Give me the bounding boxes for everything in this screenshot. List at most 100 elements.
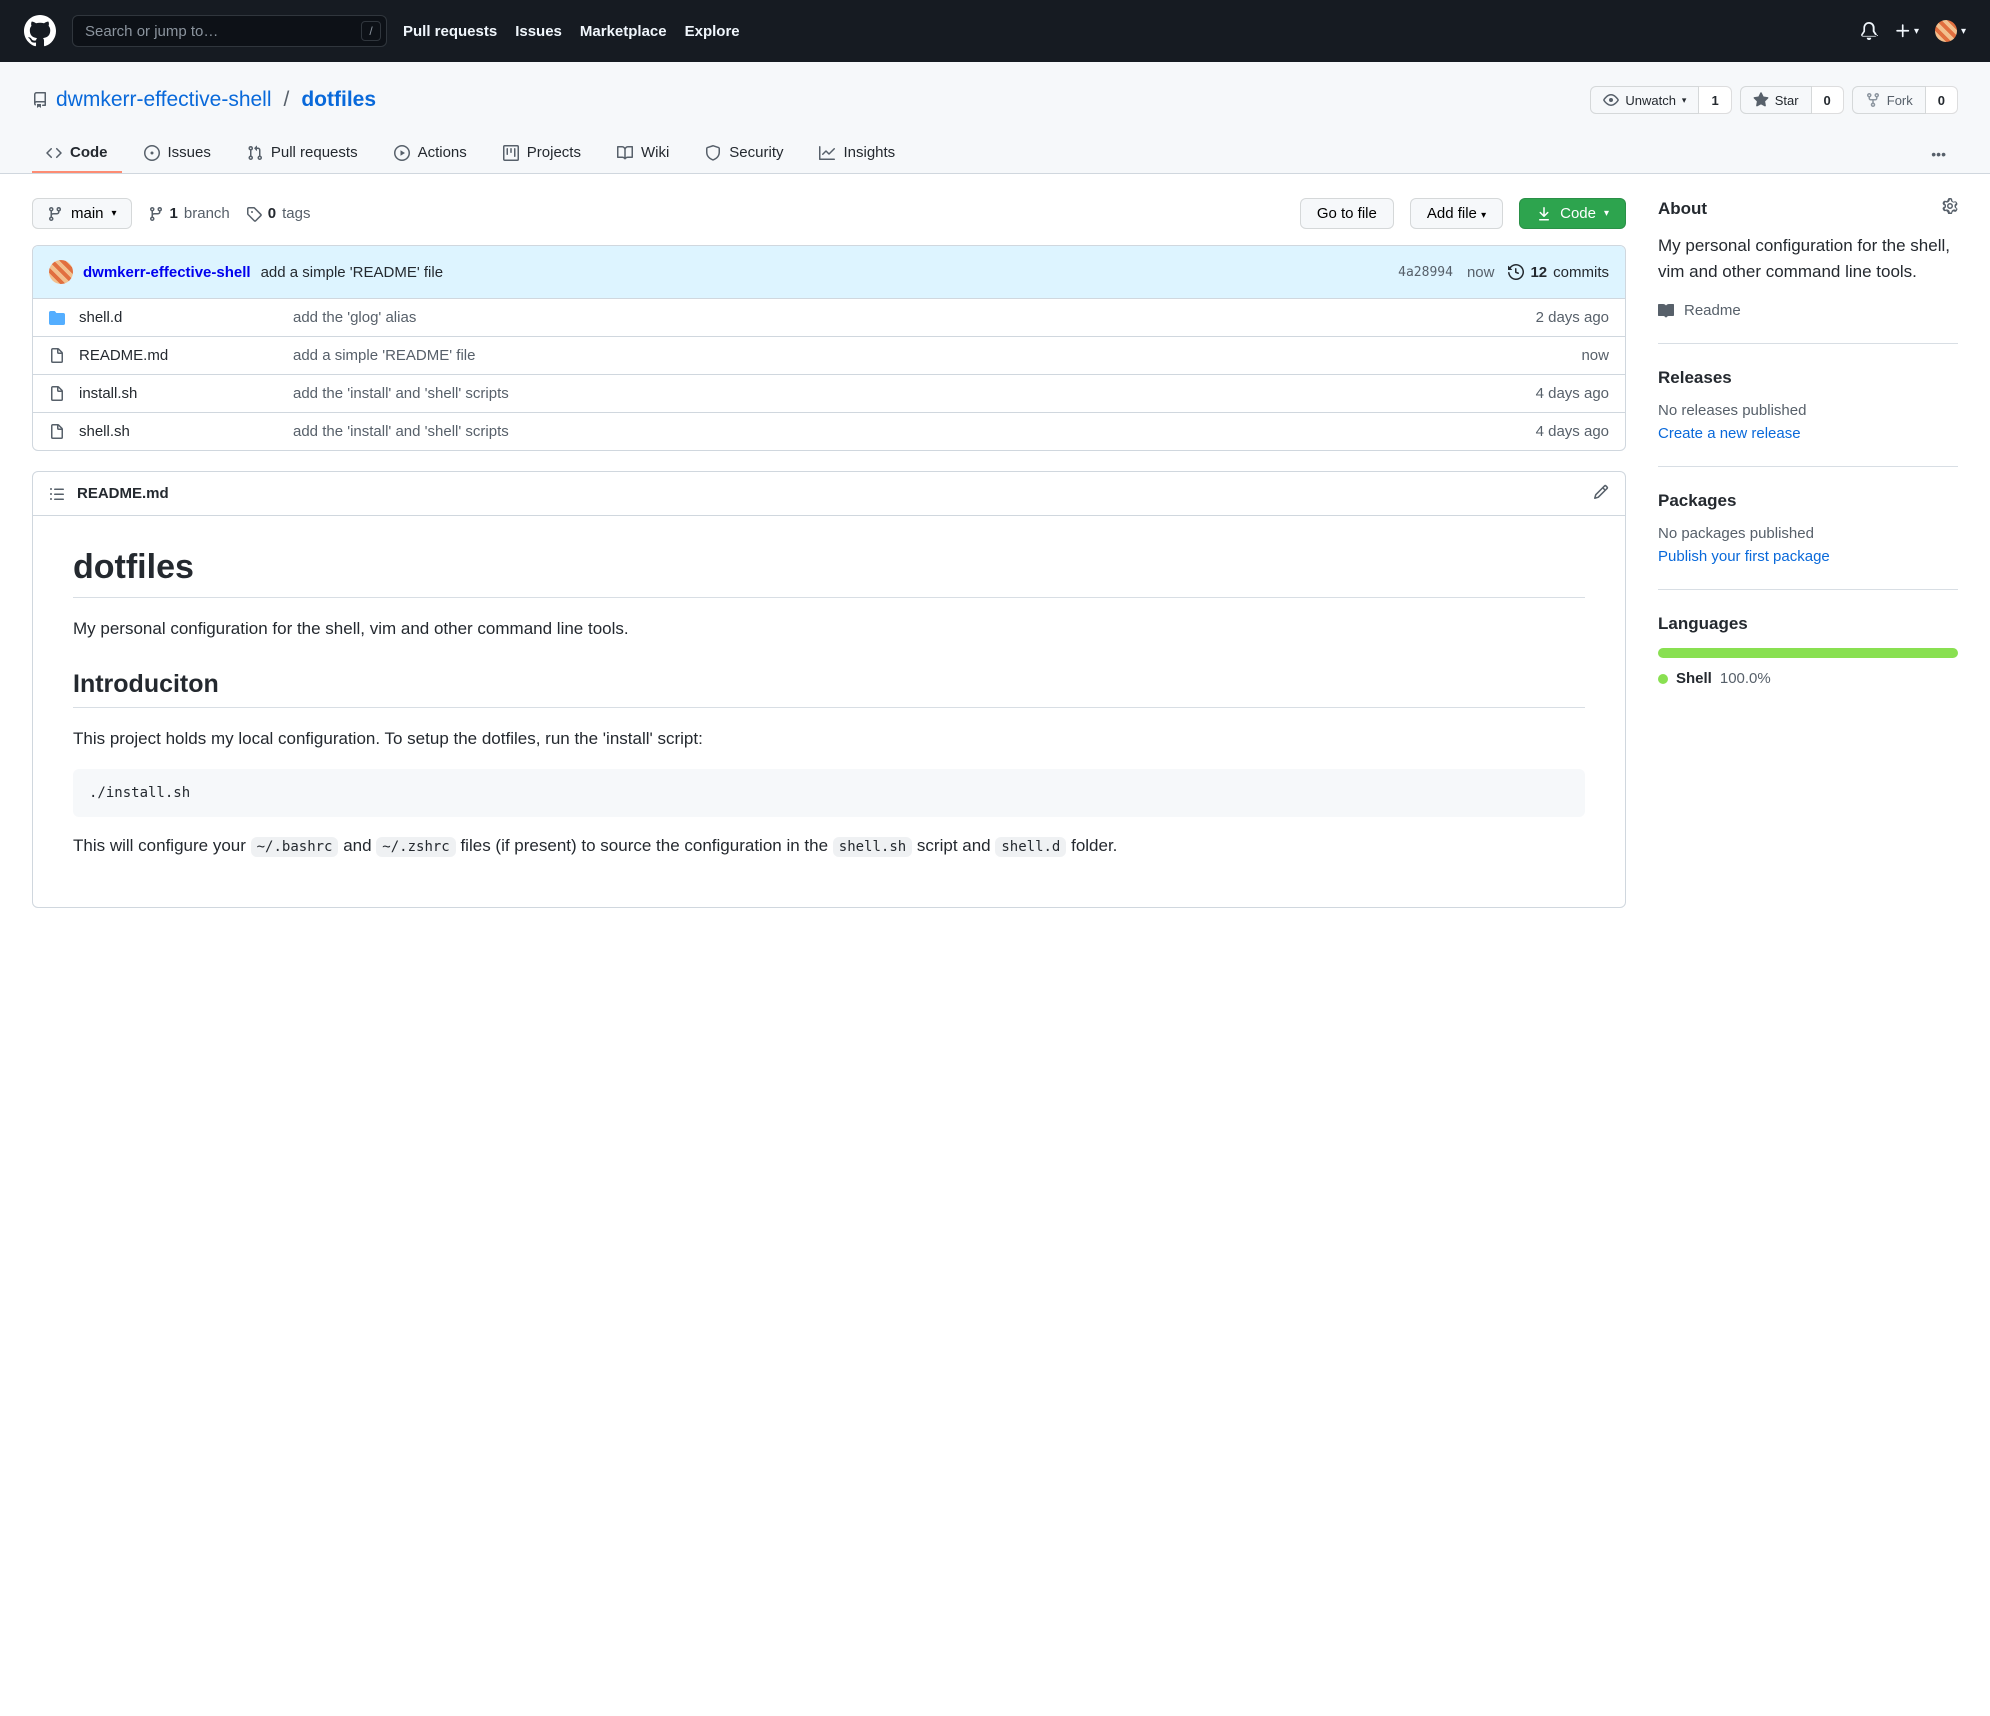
commit-message-link[interactable]: add a simple 'README' file xyxy=(261,264,443,281)
code-download-button[interactable]: Code ▾ xyxy=(1519,198,1626,229)
create-new-dropdown[interactable]: ▾ xyxy=(1894,22,1919,40)
file-name-link[interactable]: shell.d xyxy=(79,309,122,326)
language-percent: 100.0% xyxy=(1720,670,1771,687)
publish-package-link[interactable]: Publish your first package xyxy=(1658,548,1830,565)
branches-link[interactable]: 1 branch xyxy=(148,205,230,222)
about-settings-button[interactable] xyxy=(1942,198,1958,219)
star-label: Star xyxy=(1775,93,1799,108)
create-release-link[interactable]: Create a new release xyxy=(1658,425,1801,442)
commits-link[interactable]: 12 commits xyxy=(1508,264,1609,281)
go-to-file-button[interactable]: Go to file xyxy=(1300,198,1394,229)
more-tabs-button[interactable]: ••• xyxy=(1919,138,1958,170)
global-header: / Pull requests Issues Marketplace Explo… xyxy=(0,0,1990,62)
header-actions: ▾ ▾ xyxy=(1860,20,1966,42)
about-section: About My personal configuration for the … xyxy=(1658,198,1958,344)
pencil-icon xyxy=(1593,484,1609,500)
tab-insights[interactable]: Insights xyxy=(805,134,909,173)
file-icon xyxy=(49,424,65,440)
file-commit-link[interactable]: add a simple 'README' file xyxy=(293,347,475,364)
file-time: 4 days ago xyxy=(1536,385,1609,402)
branch-select-button[interactable]: main ▾ xyxy=(32,198,132,229)
graph-icon xyxy=(819,145,835,161)
tag-icon xyxy=(246,206,262,222)
star-button-group: Star 0 xyxy=(1740,86,1844,114)
repo-header: dwmkerr-effective-shell / dotfiles Unwat… xyxy=(0,62,1990,174)
file-row: README.md add a simple 'README' file now xyxy=(33,337,1625,375)
unwatch-button[interactable]: Unwatch ▾ xyxy=(1590,86,1699,114)
tab-issues[interactable]: Issues xyxy=(130,134,225,173)
user-menu[interactable]: ▾ xyxy=(1935,20,1966,42)
fork-icon xyxy=(1865,92,1881,108)
readme-p1: My personal configuration for the shell,… xyxy=(73,616,1585,642)
nav-marketplace[interactable]: Marketplace xyxy=(580,23,667,40)
book-icon xyxy=(1658,303,1674,319)
tab-actions[interactable]: Actions xyxy=(380,134,481,173)
latest-commit-row: dwmkerr-effective-shell add a simple 'RE… xyxy=(33,246,1625,299)
releases-title: Releases xyxy=(1658,368,1958,388)
tab-security[interactable]: Security xyxy=(691,134,797,173)
actions-icon xyxy=(394,145,410,161)
packages-section: Packages No packages published Publish y… xyxy=(1658,491,1958,590)
repo-nav: Code Issues Pull requests Actions Projec… xyxy=(32,134,1958,173)
language-bar xyxy=(1658,648,1958,658)
tab-wiki[interactable]: Wiki xyxy=(603,134,683,173)
language-name: Shell xyxy=(1676,670,1712,687)
list-icon[interactable] xyxy=(49,486,65,502)
watch-count[interactable]: 1 xyxy=(1699,86,1731,114)
file-name-link[interactable]: shell.sh xyxy=(79,423,130,440)
nav-explore[interactable]: Explore xyxy=(685,23,740,40)
repo-title: dwmkerr-effective-shell / dotfiles xyxy=(32,88,376,112)
readme-link[interactable]: Readme xyxy=(1658,302,1958,319)
tags-link[interactable]: 0 tags xyxy=(246,205,311,222)
file-name-link[interactable]: install.sh xyxy=(79,385,137,402)
notifications-icon[interactable] xyxy=(1860,22,1878,40)
readme-p2: This project holds my local configuratio… xyxy=(73,726,1585,752)
folder-icon xyxy=(49,310,65,326)
download-icon xyxy=(1536,206,1552,222)
readme-h1: dotfiles xyxy=(73,548,1585,598)
readme-box: README.md dotfiles My personal configura… xyxy=(32,471,1626,908)
repo-sidebar: About My personal configuration for the … xyxy=(1658,198,1958,908)
history-icon xyxy=(1508,264,1524,280)
fork-count[interactable]: 0 xyxy=(1926,86,1958,114)
repo-owner-link[interactable]: dwmkerr-effective-shell xyxy=(56,88,272,112)
nav-pull-requests[interactable]: Pull requests xyxy=(403,23,497,40)
star-button[interactable]: Star xyxy=(1740,86,1812,114)
add-file-button[interactable]: Add file ▾ xyxy=(1410,198,1503,229)
commit-avatar[interactable] xyxy=(49,260,73,284)
file-row: shell.sh add the 'install' and 'shell' sc… xyxy=(33,413,1625,450)
github-logo-icon[interactable] xyxy=(24,15,56,47)
tab-pulls[interactable]: Pull requests xyxy=(233,134,372,173)
about-description: My personal configuration for the shell,… xyxy=(1658,233,1958,284)
file-commit-link[interactable]: add the 'glog' alias xyxy=(293,309,416,326)
packages-title: Packages xyxy=(1658,491,1958,511)
commit-author-link[interactable]: dwmkerr-effective-shell xyxy=(83,264,251,281)
nav-issues[interactable]: Issues xyxy=(515,23,562,40)
file-name-link[interactable]: README.md xyxy=(79,347,168,364)
releases-section: Releases No releases published Create a … xyxy=(1658,368,1958,467)
star-count[interactable]: 0 xyxy=(1812,86,1844,114)
repo-icon xyxy=(32,92,48,108)
repo-name-link[interactable]: dotfiles xyxy=(301,88,376,111)
file-list-box: dwmkerr-effective-shell add a simple 'RE… xyxy=(32,245,1626,451)
file-row: install.sh add the 'install' and 'shell' … xyxy=(33,375,1625,413)
languages-section: Languages Shell 100.0% xyxy=(1658,614,1958,711)
edit-readme-button[interactable] xyxy=(1593,484,1609,503)
search-container: / xyxy=(72,15,387,47)
search-input[interactable] xyxy=(72,15,387,47)
readme-content: dotfiles My personal configuration for t… xyxy=(33,516,1625,907)
commit-sha-link[interactable]: 4a28994 xyxy=(1398,265,1453,280)
tab-projects[interactable]: Projects xyxy=(489,134,595,173)
wiki-icon xyxy=(617,145,633,161)
global-nav: Pull requests Issues Marketplace Explore xyxy=(403,23,740,40)
releases-empty: No releases published xyxy=(1658,402,1958,419)
file-time: now xyxy=(1581,347,1609,364)
tab-code[interactable]: Code xyxy=(32,134,122,173)
file-commit-link[interactable]: add the 'install' and 'shell' scripts xyxy=(293,423,509,440)
fork-button[interactable]: Fork xyxy=(1852,86,1926,114)
readme-filename: README.md xyxy=(77,485,169,502)
language-item[interactable]: Shell 100.0% xyxy=(1658,670,1958,687)
file-commit-link[interactable]: add the 'install' and 'shell' scripts xyxy=(293,385,509,402)
branch-icon xyxy=(148,206,164,222)
file-time: 2 days ago xyxy=(1536,309,1609,326)
